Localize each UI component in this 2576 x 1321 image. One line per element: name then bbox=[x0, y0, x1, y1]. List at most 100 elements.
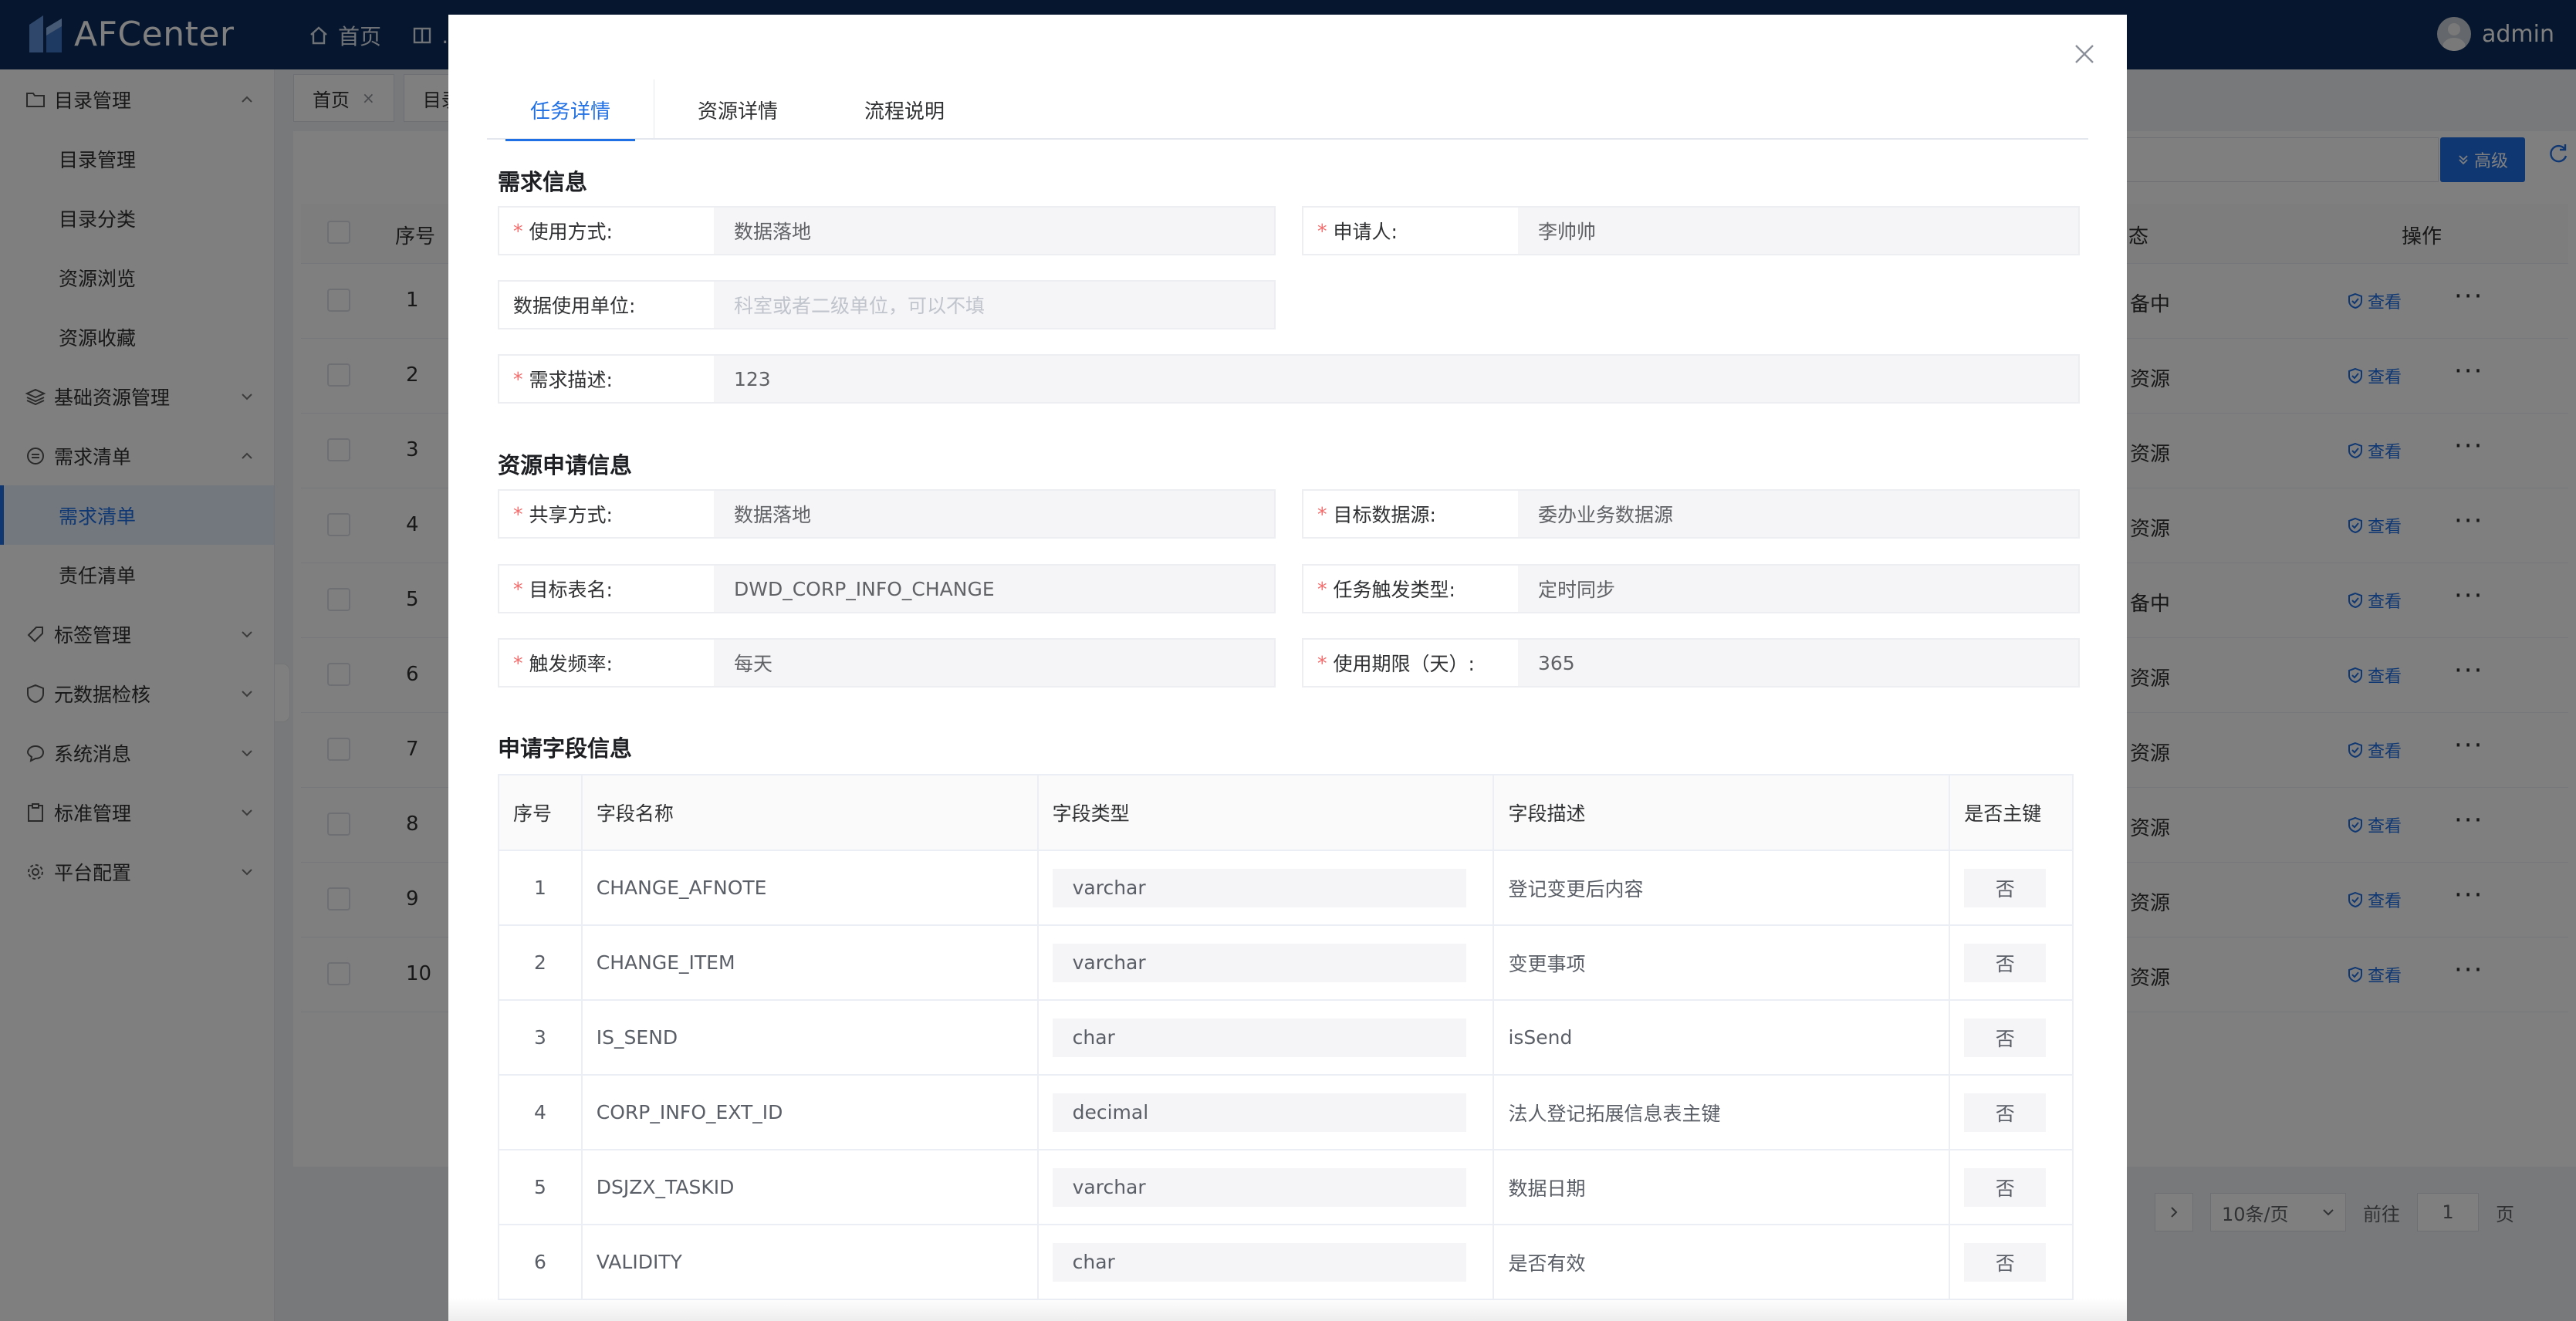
field-pk-value: 否 bbox=[1964, 1018, 2047, 1057]
field-demand-desc: * 需求描述: 123 bbox=[498, 354, 2080, 404]
tab-task-detail[interactable]: 任务详情 bbox=[487, 79, 655, 141]
field-pk-cell: 否 bbox=[1950, 1001, 2072, 1074]
tab-resource-detail[interactable]: 资源详情 bbox=[654, 79, 821, 140]
field-pk-cell: 否 bbox=[1950, 851, 2072, 924]
required-mark: * bbox=[1317, 502, 1327, 525]
field-pk-cell: 否 bbox=[1950, 1076, 2072, 1149]
field-usage-unit: 数据使用单位: 科室或者二级单位，可以不填 bbox=[498, 280, 1276, 329]
field-applicant: * 申请人: 李帅帅 bbox=[1302, 206, 2080, 255]
field-label: * 需求描述: bbox=[499, 356, 714, 402]
field-label: * 使用方式: bbox=[499, 208, 714, 254]
field-label: * 任务触发类型: bbox=[1303, 566, 1518, 612]
field-type-cell: decimal bbox=[1039, 1076, 1495, 1149]
field-label: * 共享方式: bbox=[499, 491, 714, 537]
freq-value: 每天 bbox=[714, 640, 1274, 686]
field-usage: * 使用方式: 数据落地 bbox=[498, 206, 1276, 255]
field-type-value: varchar bbox=[1052, 943, 1466, 982]
field-type-cell: varchar bbox=[1039, 851, 1495, 924]
field-row: 6 VALIDITY char 是否有效否 bbox=[499, 1225, 2072, 1300]
field-label: * 触发频率: bbox=[499, 640, 714, 686]
field-trigger-frequency: * 触发频率: 每天 bbox=[498, 638, 1276, 688]
freq-label: 触发频率: bbox=[529, 653, 613, 675]
field-name: IS_SEND bbox=[583, 1001, 1039, 1074]
section-title-demand: 需求信息 bbox=[498, 169, 588, 195]
field-pk-value: 否 bbox=[1964, 1242, 2047, 1282]
field-share-mode: * 共享方式: 数据落地 bbox=[498, 489, 1276, 539]
required-mark: * bbox=[513, 367, 523, 390]
field-desc: 变更事项 bbox=[1494, 926, 1951, 999]
unit-label: 数据使用单位: bbox=[513, 295, 636, 317]
field-type-cell: char bbox=[1039, 1225, 1495, 1299]
required-mark: * bbox=[513, 219, 523, 242]
field-label: * 目标数据源: bbox=[1303, 491, 1518, 537]
required-mark: * bbox=[1317, 219, 1327, 242]
field-pk-cell: 否 bbox=[1950, 1150, 2072, 1224]
field-pk-value: 否 bbox=[1964, 1093, 2047, 1132]
field-label: * 申请人: bbox=[1303, 208, 1518, 254]
field-pk-cell: 否 bbox=[1950, 926, 2072, 999]
col-header-desc: 字段描述 bbox=[1494, 775, 1951, 850]
field-row: 2 CHANGE_ITEM varchar 变更事项否 bbox=[499, 926, 2072, 1001]
field-type-cell: varchar bbox=[1039, 926, 1495, 999]
field-type-value: char bbox=[1052, 1242, 1466, 1282]
field-trigger-type: * 任务触发类型: 定时同步 bbox=[1302, 564, 2080, 613]
trigger-type-value: 定时同步 bbox=[1518, 566, 2078, 612]
scroll-fade bbox=[448, 1298, 2127, 1321]
required-mark: * bbox=[1317, 577, 1327, 600]
col-header-pk: 是否主键 bbox=[1964, 802, 2042, 825]
field-row: 4 CORP_INFO_EXT_ID decimal 法人登记拓展信息表主键否 bbox=[499, 1076, 2072, 1150]
field-row: 1 CHANGE_AFNOTE varchar 登记变更后内容否 bbox=[499, 851, 2072, 926]
field-target-table: * 目标表名: DWD_CORP_INFO_CHANGE bbox=[498, 564, 1276, 613]
field-type-value: char bbox=[1052, 1018, 1466, 1057]
field-seq: 2 bbox=[499, 926, 583, 999]
field-name: CHANGE_ITEM bbox=[583, 926, 1039, 999]
usage-label: 使用方式: bbox=[529, 221, 613, 243]
field-desc: 法人登记拓展信息表主键 bbox=[1494, 1076, 1951, 1149]
field-desc: 登记变更后内容 bbox=[1494, 851, 1951, 924]
table-value: DWD_CORP_INFO_CHANGE bbox=[714, 566, 1274, 612]
field-type-cell: char bbox=[1039, 1001, 1495, 1074]
field-name: CHANGE_AFNOTE bbox=[583, 851, 1039, 924]
col-header-type: 字段类型 bbox=[1039, 775, 1495, 850]
section-title-resource: 资源申请信息 bbox=[498, 452, 633, 478]
field-pk-value: 否 bbox=[1964, 868, 2047, 907]
field-type-value: varchar bbox=[1052, 868, 1466, 907]
unit-input[interactable]: 科室或者二级单位，可以不填 bbox=[714, 282, 1274, 328]
fields-table: 序号 字段名称 字段类型 字段描述 是否主键 1 CHANGE_AFNOTEvar… bbox=[498, 774, 2074, 1300]
required-mark: * bbox=[513, 502, 523, 525]
field-type-value: decimal bbox=[1052, 1093, 1466, 1132]
field-row: 5 DSJZX_TASKID varchar 数据日期否 bbox=[499, 1150, 2072, 1225]
field-name: VALIDITY bbox=[583, 1225, 1039, 1299]
field-seq: 1 bbox=[499, 851, 583, 924]
applicant-value: 李帅帅 bbox=[1518, 208, 2078, 254]
field-usage-period: * 使用期限（天）: 365 bbox=[1302, 638, 2080, 688]
required-mark: * bbox=[1317, 651, 1327, 674]
target-ds-value: 委办业务数据源 bbox=[1518, 491, 2078, 537]
field-desc: 是否有效 bbox=[1494, 1225, 1951, 1299]
field-type-cell: varchar bbox=[1039, 1150, 1495, 1224]
field-name: CORP_INFO_EXT_ID bbox=[583, 1076, 1039, 1149]
field-seq: 5 bbox=[499, 1150, 583, 1224]
table-label: 目标表名: bbox=[529, 579, 613, 601]
share-value: 数据落地 bbox=[714, 491, 1274, 537]
field-label: 数据使用单位: bbox=[499, 282, 714, 328]
fields-table-body: 1 CHANGE_AFNOTE varchar 登记变更后内容否 2 CHANGE_ITE… bbox=[499, 851, 2072, 1300]
close-icon[interactable] bbox=[2071, 41, 2098, 67]
col-header-name: 字段名称 bbox=[583, 775, 1039, 850]
field-seq: 3 bbox=[499, 1001, 583, 1074]
share-label: 共享方式: bbox=[529, 504, 613, 526]
usage-value: 数据落地 bbox=[714, 208, 1274, 254]
required-mark: * bbox=[513, 651, 523, 674]
field-label: * 使用期限（天）: bbox=[1303, 640, 1518, 686]
field-seq: 6 bbox=[499, 1225, 583, 1299]
period-label: 使用期限（天）: bbox=[1333, 653, 1475, 675]
field-label: * 目标表名: bbox=[499, 566, 714, 612]
field-desc: 数据日期 bbox=[1494, 1150, 1951, 1224]
dialog-tabs: 任务详情 资源详情 流程说明 bbox=[487, 79, 2088, 141]
fields-table-header: 序号 字段名称 字段类型 字段描述 是否主键 bbox=[499, 775, 2072, 851]
field-name: DSJZX_TASKID bbox=[583, 1150, 1039, 1224]
field-pk-value: 否 bbox=[1964, 1167, 2047, 1207]
required-mark: * bbox=[513, 577, 523, 600]
period-value: 365 bbox=[1518, 640, 2078, 686]
tab-process-description[interactable]: 流程说明 bbox=[821, 79, 988, 140]
